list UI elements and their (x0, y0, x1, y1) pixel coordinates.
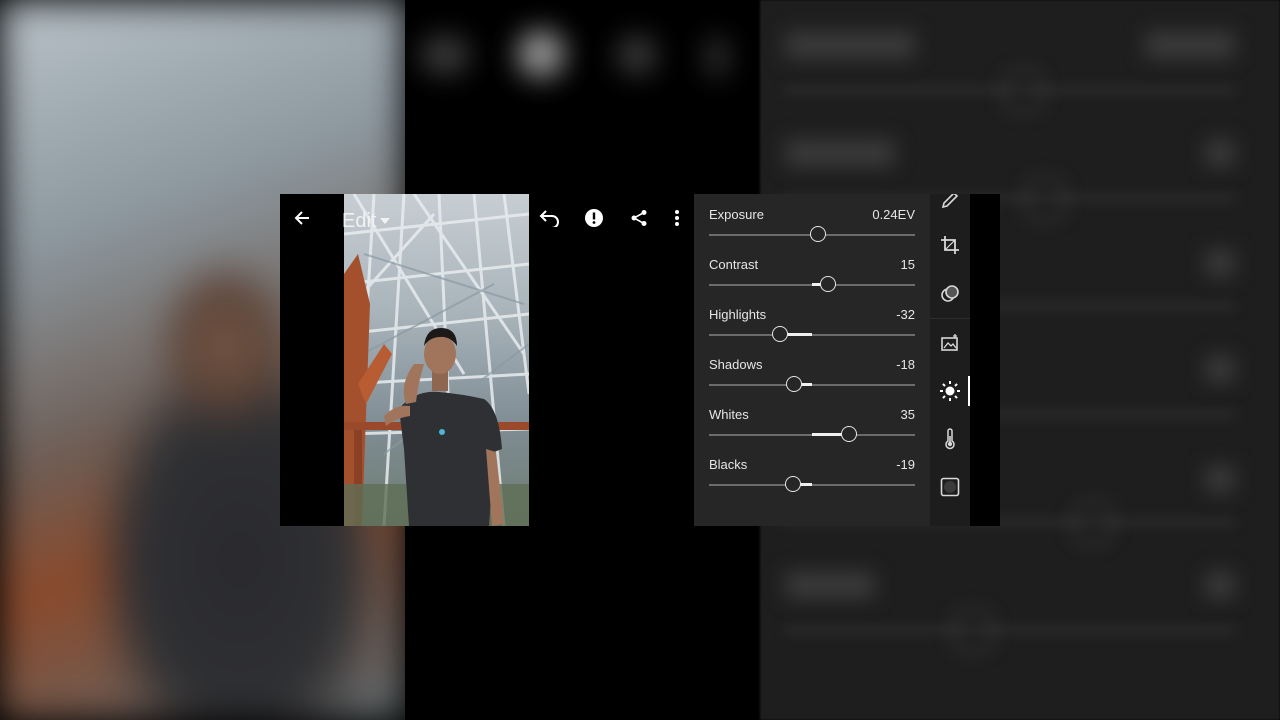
top-bar: Edit (280, 194, 694, 246)
shadows-slider-row: Shadows -18 (709, 344, 915, 392)
adjustment-value: -18 (896, 357, 915, 372)
healing-icon[interactable] (936, 280, 964, 308)
exposure-slider-row: Exposure 0.24EV (709, 194, 915, 242)
alert-icon[interactable] (580, 204, 608, 232)
edit-title: Edit (342, 209, 377, 232)
slider-track[interactable] (709, 484, 915, 486)
adjustment-value: 0.24EV (872, 207, 915, 222)
slider-track[interactable] (709, 334, 915, 336)
undo-icon[interactable] (536, 204, 564, 232)
whites-slider-row: Whites 35 (709, 394, 915, 442)
adjustment-value: 15 (900, 257, 915, 272)
adjustment-label: Shadows (709, 357, 763, 372)
edit-mode-dropdown[interactable]: Edit (342, 208, 391, 234)
adjustment-label: Whites (709, 407, 749, 422)
arrow-left-icon[interactable] (288, 204, 316, 232)
adjustment-label: Highlights (709, 307, 767, 322)
adjustment-label: Exposure (709, 207, 764, 222)
adjustment-label: Blacks (709, 457, 748, 472)
active-tool-indicator (968, 376, 970, 406)
vignette-icon[interactable] (936, 473, 964, 501)
brush-icon[interactable] (936, 194, 964, 214)
contrast-slider-row: Contrast 15 (709, 244, 915, 292)
adjustment-value: -32 (896, 307, 915, 322)
color-temperature-icon[interactable] (936, 425, 964, 453)
more-vertical-icon[interactable] (663, 204, 691, 232)
slider-knob[interactable] (785, 476, 802, 492)
caret-down-icon (380, 218, 391, 224)
photo-editor-app: Edit Exposure 0.24EV Contrast 15 Highlig… (280, 194, 1000, 526)
slider-track[interactable] (709, 384, 915, 386)
tool-divider (930, 318, 970, 319)
tool-strip (930, 194, 970, 526)
auto-enhance-icon[interactable] (936, 329, 964, 357)
share-icon[interactable] (625, 204, 653, 232)
slider-knob[interactable] (820, 276, 837, 292)
slider-knob[interactable] (786, 376, 803, 392)
adjustment-value: -19 (896, 457, 915, 472)
slider-knob[interactable] (772, 326, 789, 342)
light-icon[interactable] (936, 377, 964, 405)
adjustment-label: Contrast (709, 257, 759, 272)
slider-knob[interactable] (809, 226, 826, 242)
crop-icon[interactable] (936, 231, 964, 259)
slider-knob[interactable] (841, 426, 858, 442)
highlights-slider-row: Highlights -32 (709, 294, 915, 342)
adjustment-value: 35 (900, 407, 915, 422)
light-adjustments-panel: Exposure 0.24EV Contrast 15 Highlights -… (694, 194, 930, 526)
blacks-slider-row: Blacks -19 (709, 444, 915, 492)
